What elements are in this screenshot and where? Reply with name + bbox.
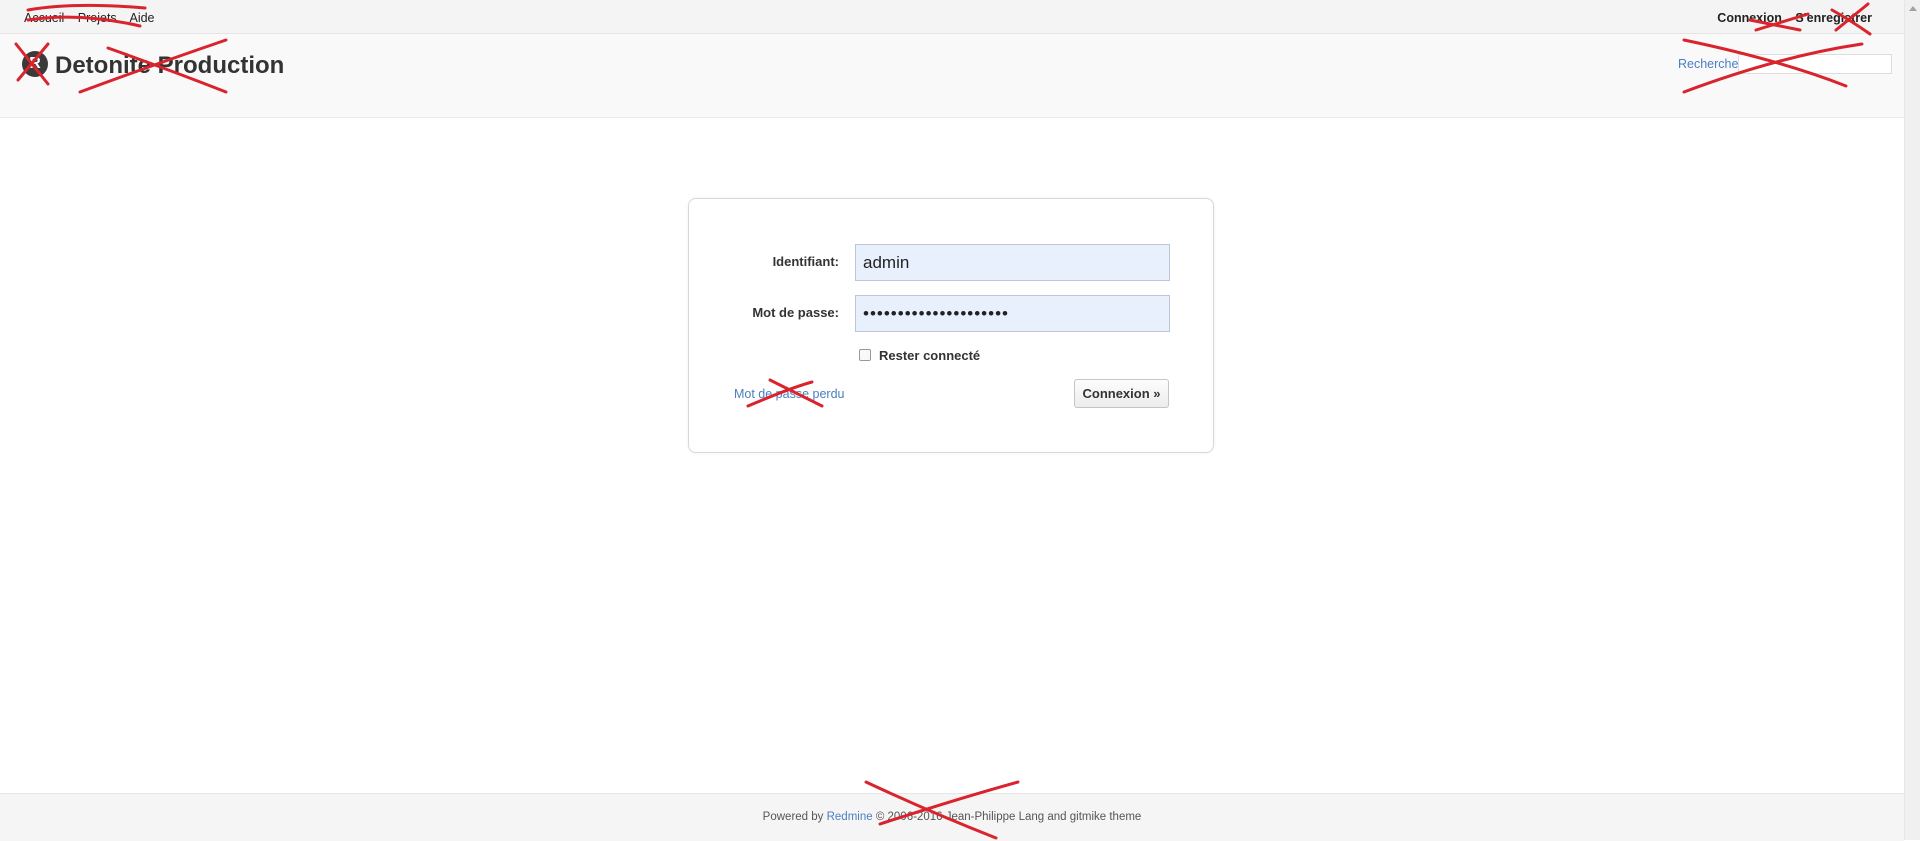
top-menu-account: Connexion S'enregistrer	[1707, 11, 1872, 25]
scroll-up-arrow-icon[interactable]	[1909, 6, 1917, 11]
remember-me-label: Rester connecté	[879, 348, 981, 363]
top-menu-bar: Accueil Projets Aide Connexion S'enregis…	[0, 0, 1904, 34]
search-link[interactable]: Recherche	[1678, 57, 1738, 71]
menu-projects-link[interactable]: Projets	[78, 11, 117, 25]
login-link[interactable]: Connexion	[1717, 11, 1782, 25]
username-label: Identifiant:	[772, 254, 839, 269]
lost-password-link[interactable]: Mot de passe perdu	[734, 387, 845, 401]
username-field[interactable]	[855, 244, 1170, 281]
vertical-scrollbar[interactable]	[1904, 0, 1920, 840]
password-label: Mot de passe:	[752, 305, 839, 320]
password-field[interactable]	[855, 295, 1170, 332]
footer-copyright: © 2006-2016 Jean-Philippe Lang and gitmi…	[875, 811, 1142, 823]
footer-redmine-link[interactable]: Redmine	[827, 811, 873, 823]
footer-credits: Powered by Redmine © 2006-2016 Jean-Phil…	[0, 811, 1904, 823]
menu-home-link[interactable]: Accueil	[24, 11, 64, 25]
page-header: R Detonite Production Recherche	[0, 34, 1904, 118]
site-title: Detonite Production	[55, 52, 285, 79]
login-form: Identifiant: Mot de passe: Rester connec…	[688, 198, 1214, 453]
search-input[interactable]	[1738, 54, 1892, 74]
register-link[interactable]: S'enregistrer	[1795, 11, 1872, 25]
footer-powered-by: Powered by	[762, 811, 824, 823]
remember-me-checkbox[interactable]	[859, 349, 871, 361]
menu-help-link[interactable]: Aide	[129, 11, 154, 25]
redmine-logo-icon: R	[22, 51, 48, 77]
login-submit-button[interactable]: Connexion »	[1074, 379, 1169, 408]
top-menu-left: Accueil Projets Aide	[24, 11, 165, 25]
page-footer: Powered by Redmine © 2006-2016 Jean-Phil…	[0, 793, 1904, 841]
